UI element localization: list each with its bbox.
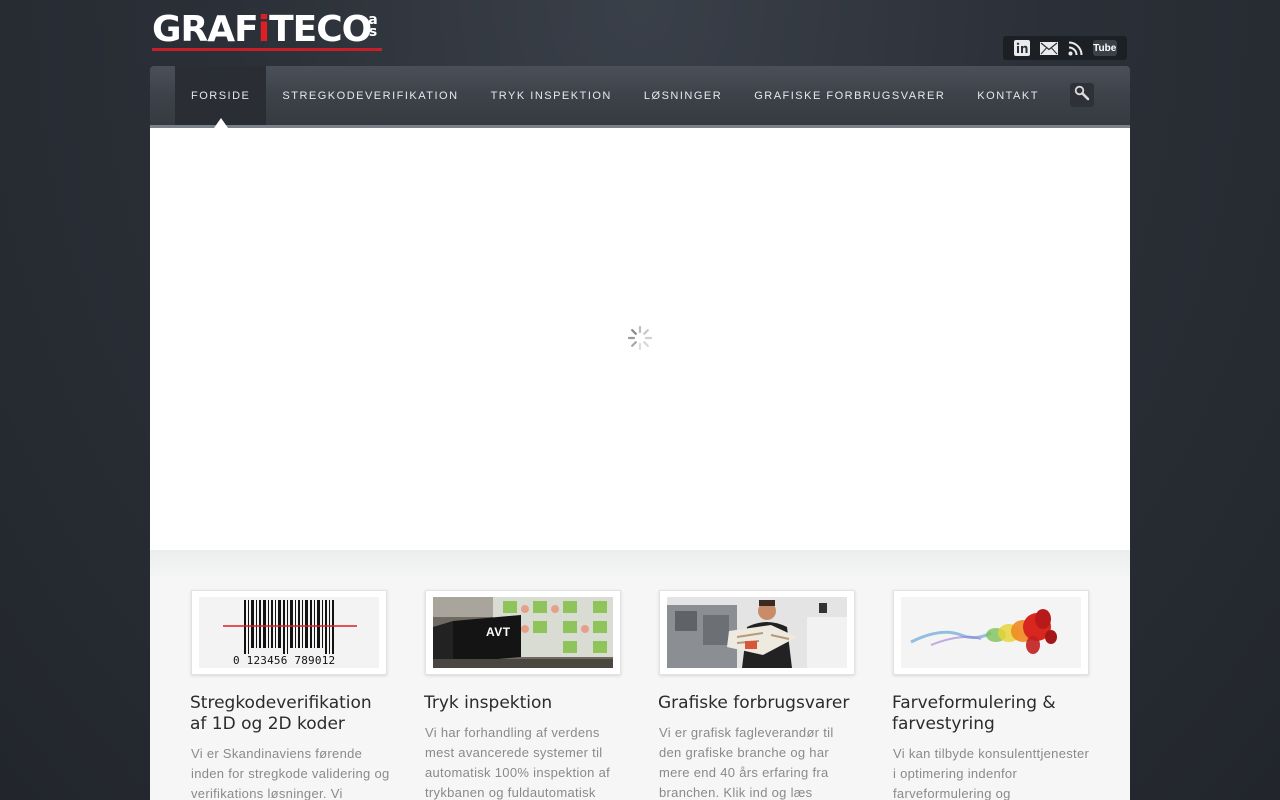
feature-text: Vi har forhandling af verdens mest avanc… [425, 725, 611, 800]
logo-wordmark: GRAFiTECO [152, 9, 372, 50]
features-section: 0 123456 789012 Stregkodeverifikation af… [150, 550, 1130, 800]
operator-graphic [667, 597, 847, 668]
spinner-icon [627, 325, 653, 351]
feature-title[interactable]: Stregkodeverifikation af 1D og 2D koder [190, 693, 390, 735]
main-navigation: FORSIDE STREGKODEVERIFIKATION TRYK INSPE… [150, 66, 1130, 128]
rss-icon[interactable] [1066, 39, 1084, 57]
logo-underline [152, 48, 382, 51]
printer-operator-image [667, 597, 847, 668]
site-logo[interactable]: GRAFiTECO as [152, 10, 384, 56]
avt-brand-label: AVT [486, 625, 511, 639]
hero-slider[interactable] [150, 128, 1130, 550]
nav-item-tryk-inspektion[interactable]: TRYK INSPEKTION [475, 66, 628, 125]
search-icon [1074, 85, 1090, 105]
youtube-icon[interactable]: Tube [1092, 40, 1117, 56]
press-inspection-image: AVT [433, 597, 613, 668]
feature-title[interactable]: Grafiske forbrugsvarer [658, 693, 858, 714]
feature-text: Vi er Skandinaviens førende inden for st… [191, 746, 390, 800]
search-button[interactable] [1070, 83, 1094, 107]
feature-card: AVT Tryk inspektion Vi har forhandling a… [424, 590, 624, 800]
barcode-digits: 0 123456 789012 [233, 654, 336, 667]
linkedin-icon[interactable] [1013, 39, 1031, 57]
color-ink-image [901, 597, 1081, 668]
feature-text: Vi kan tilbyde konsulenttjenester i opti… [893, 746, 1090, 800]
nav-item-kontakt[interactable]: KONTAKT [961, 66, 1055, 125]
feature-image-frame[interactable]: 0 123456 789012 [191, 590, 387, 675]
feature-card: Grafiske forbrugsvarer Vi er grafisk fag… [658, 590, 858, 800]
press-graphic [433, 597, 613, 668]
feature-text: Vi er grafisk fagleverandør til den graf… [659, 725, 834, 800]
social-links: Tube [1003, 36, 1127, 60]
ink-graphic [901, 597, 1081, 668]
logo-suffix: as [368, 12, 378, 40]
feature-title[interactable]: Tryk inspektion [424, 693, 624, 714]
email-icon[interactable] [1039, 39, 1058, 57]
feature-image-frame[interactable] [893, 590, 1089, 675]
nav-item-losninger[interactable]: LØSNINGER [628, 66, 738, 125]
feature-title[interactable]: Farveformulering & farvestyring [892, 693, 1092, 735]
nav-item-stregkodeverifikation[interactable]: STREGKODEVERIFIKATION [266, 66, 474, 125]
feature-image-frame[interactable]: AVT [425, 590, 621, 675]
site-header: GRAFiTECO as Tube [150, 0, 1130, 66]
barcode-image: 0 123456 789012 [199, 597, 379, 668]
feature-card: Farveformulering & farvestyring Vi kan t… [892, 590, 1092, 800]
nav-item-grafiske-forbrugsvarer[interactable]: GRAFISKE FORBRUGSVARER [738, 66, 961, 125]
nav-item-forside[interactable]: FORSIDE [175, 66, 267, 128]
feature-image-frame[interactable] [659, 590, 855, 675]
feature-card: 0 123456 789012 Stregkodeverifikation af… [190, 590, 390, 800]
